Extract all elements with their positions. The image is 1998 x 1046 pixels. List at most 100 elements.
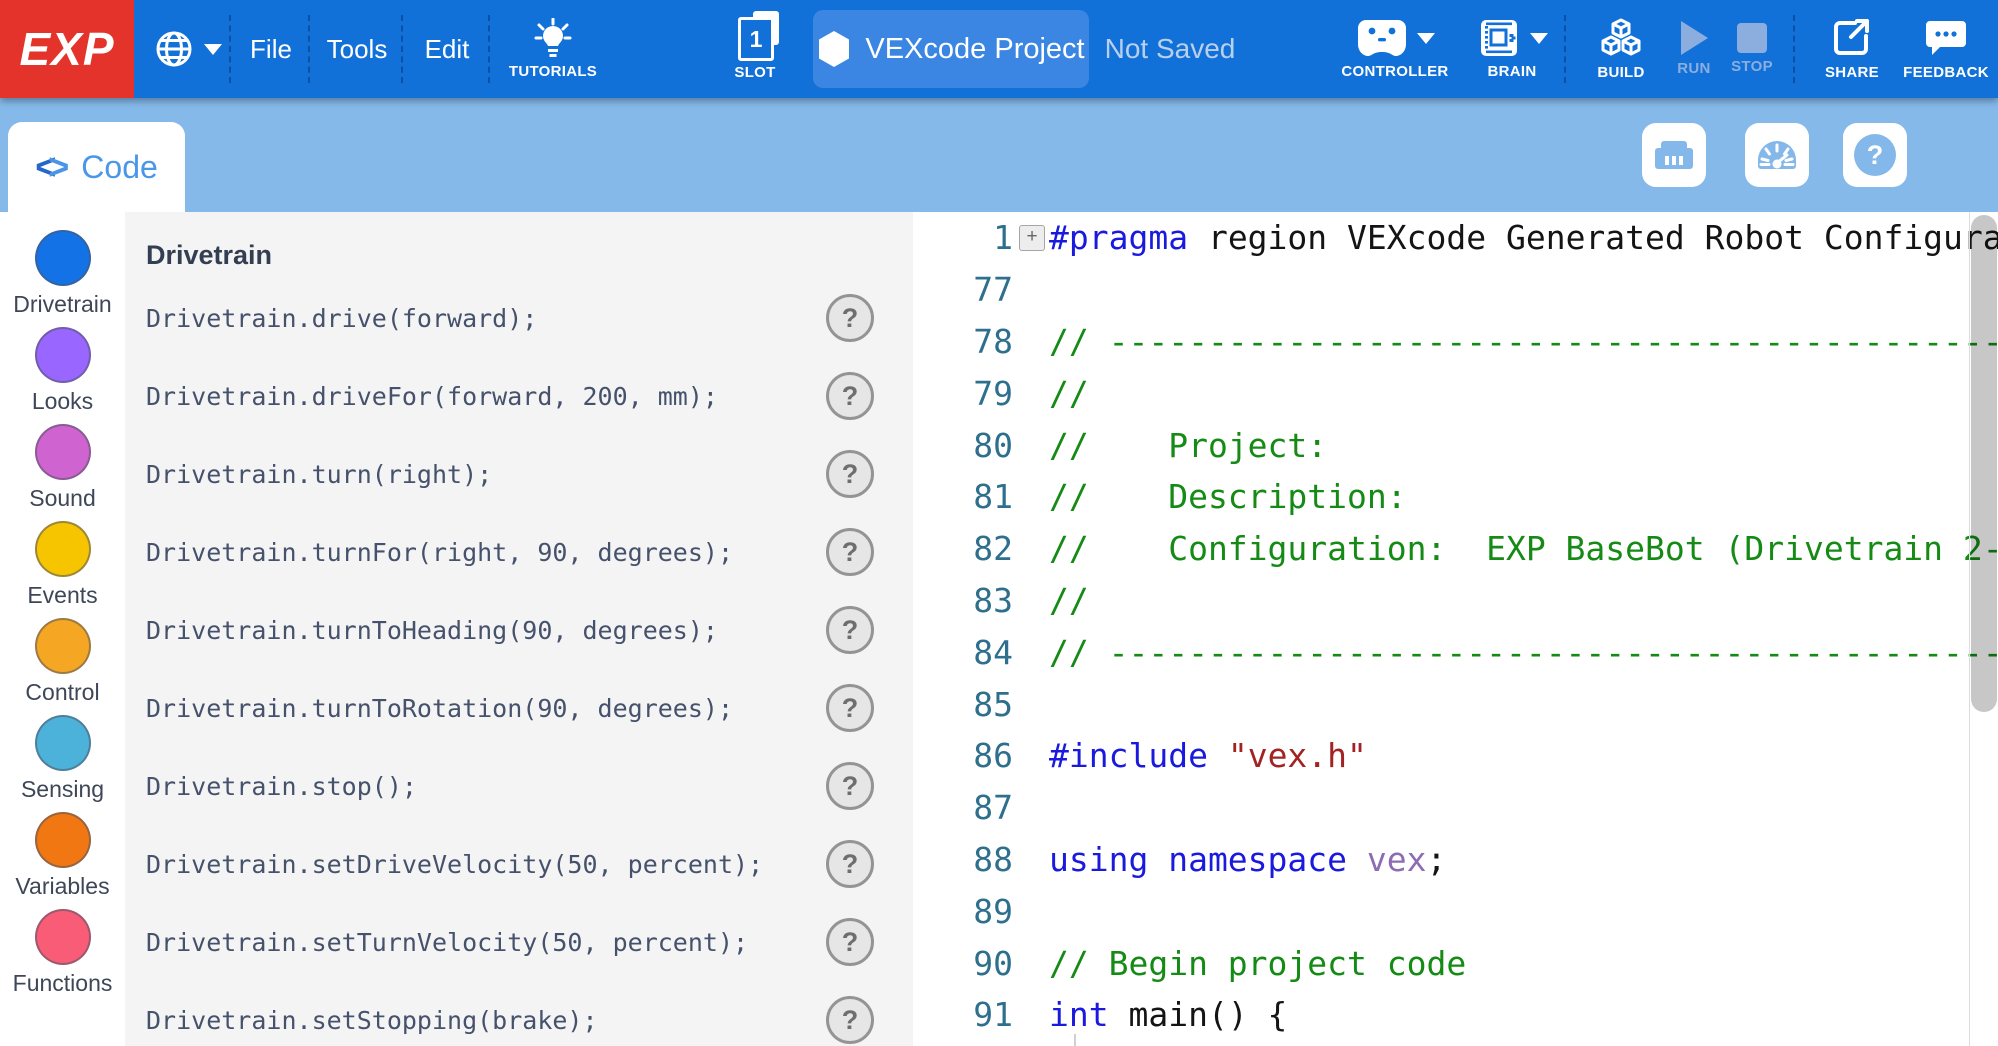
- controller-button[interactable]: CONTROLLER: [1332, 0, 1458, 98]
- category-dot[interactable]: [35, 327, 91, 383]
- category-sidebar: Drivetrain LooksSound Events Control Sensing…: [0, 212, 125, 1046]
- device-info-button[interactable]: [1642, 123, 1706, 187]
- sidebar-item-sensing[interactable]: Sensing: [0, 715, 125, 812]
- category-dot[interactable]: [35, 715, 91, 771]
- command-row[interactable]: Drivetrain.drive(forward);?: [125, 279, 913, 357]
- code-line: 79//: [913, 367, 1998, 419]
- command-help-button[interactable]: ?: [826, 840, 874, 888]
- sidebar-item-sound[interactable]: Sound: [0, 424, 125, 521]
- editor-vertical-scrollbar[interactable]: [1971, 215, 1997, 712]
- command-text[interactable]: Drivetrain.drive(forward);: [146, 304, 826, 333]
- stop-button[interactable]: STOP: [1720, 0, 1784, 98]
- slot-button[interactable]: 1 SLOT: [717, 0, 793, 98]
- category-label: Events: [27, 582, 97, 609]
- command-text[interactable]: Drivetrain.turnFor(right, 90, degrees);: [146, 538, 826, 567]
- category-dot[interactable]: [35, 424, 91, 480]
- command-help-button[interactable]: ?: [826, 372, 874, 420]
- code-editor[interactable]: 1+#pragma region VEXcode Generated Robot…: [913, 212, 1998, 1046]
- command-row[interactable]: Drivetrain.turnFor(right, 90, degrees);?: [125, 513, 913, 591]
- brain-button[interactable]: BRAIN: [1460, 0, 1564, 98]
- line-number: 82: [913, 529, 1013, 568]
- command-text[interactable]: Drivetrain.setStopping(brake);: [146, 1006, 826, 1035]
- category-dot[interactable]: [35, 521, 91, 577]
- command-row[interactable]: Drivetrain.setDriveVelocity(50, percent)…: [125, 825, 913, 903]
- language-select[interactable]: [145, 0, 229, 98]
- code-text: // -------------------------------------…: [1049, 322, 1998, 361]
- line-number: 85: [913, 685, 1013, 724]
- slot-number: 1: [750, 26, 763, 53]
- command-row[interactable]: Drivetrain.turn(right);?: [125, 435, 913, 513]
- code-line: 78 // -----------------------------------…: [913, 316, 1998, 368]
- dashboard-button[interactable]: [1745, 123, 1809, 187]
- category-dot[interactable]: [35, 909, 91, 965]
- brain-label: BRAIN: [1488, 63, 1537, 80]
- code-text: #pragma region VEXcode Generated Robot C…: [1049, 218, 1998, 257]
- toolbar-divider: [229, 15, 231, 83]
- category-dot[interactable]: [35, 230, 91, 286]
- code-text: // Configuration: EXP BaseBot (Drivetrai…: [1049, 529, 1998, 568]
- gauge-icon: [1755, 137, 1799, 173]
- sidebar-item-control[interactable]: Control: [0, 618, 125, 715]
- category-label: Control: [25, 679, 99, 706]
- command-help-button[interactable]: ?: [826, 684, 874, 732]
- fold-toggle-icon[interactable]: +: [1019, 225, 1045, 251]
- command-help-button[interactable]: ?: [826, 918, 874, 966]
- code-text: // Begin project code: [1049, 944, 1998, 983]
- menu-file[interactable]: File: [234, 0, 308, 98]
- indent-guide: [1074, 1034, 1076, 1046]
- command-text[interactable]: Drivetrain.setDriveVelocity(50, percent)…: [146, 850, 826, 879]
- command-row[interactable]: Drivetrain.driveFor(forward, 200, mm);?: [125, 357, 913, 435]
- tab-bar: <> Code: [0, 98, 1998, 212]
- line-number: 91: [913, 995, 1013, 1034]
- sidebar-item-looks[interactable]: Looks: [0, 327, 125, 424]
- command-row[interactable]: Drivetrain.turnToRotation(90, degrees);?: [125, 669, 913, 747]
- stop-icon: [1737, 23, 1767, 53]
- line-number: 78: [913, 322, 1013, 361]
- code-line: 86#include "vex.h": [913, 730, 1998, 782]
- command-text[interactable]: Drivetrain.turnToHeading(90, degrees);: [146, 616, 826, 645]
- build-cubes-icon: [1599, 17, 1643, 59]
- sidebar-item-events[interactable]: Events: [0, 521, 125, 618]
- code-text: // Description:: [1049, 477, 1998, 516]
- category-dot[interactable]: [35, 618, 91, 674]
- code-text: int main() {: [1049, 995, 1998, 1034]
- category-dot[interactable]: [35, 812, 91, 868]
- run-button[interactable]: RUN: [1662, 0, 1726, 98]
- command-help-button[interactable]: ?: [826, 762, 874, 810]
- help-button[interactable]: ?: [1843, 123, 1907, 187]
- exp-logo: EXP: [0, 0, 134, 98]
- sidebar-item-functions[interactable]: Functions: [0, 909, 125, 1006]
- command-text[interactable]: Drivetrain.driveFor(forward, 200, mm);: [146, 382, 826, 411]
- tutorials-button[interactable]: TUTORIALS: [494, 0, 612, 98]
- line-number: 87: [913, 788, 1013, 827]
- command-text[interactable]: Drivetrain.turn(right);: [146, 460, 826, 489]
- sidebar-item-variables[interactable]: Variables: [0, 812, 125, 909]
- command-row[interactable]: Drivetrain.setStopping(brake);?: [125, 981, 913, 1046]
- build-button[interactable]: BUILD: [1582, 0, 1660, 98]
- command-help-button[interactable]: ?: [826, 996, 874, 1044]
- feedback-button[interactable]: FEEDBACK: [1896, 0, 1996, 98]
- feedback-label: FEEDBACK: [1903, 64, 1989, 81]
- sidebar-item-drivetrain[interactable]: Drivetrain: [0, 230, 125, 327]
- code-line: 90// Begin project code: [913, 937, 1998, 989]
- share-label: SHARE: [1825, 64, 1879, 81]
- command-help-button[interactable]: ?: [826, 606, 874, 654]
- globe-icon: [153, 28, 195, 70]
- project-name-button[interactable]: VEXcode Project: [813, 10, 1089, 88]
- share-button[interactable]: SHARE: [1812, 0, 1892, 98]
- command-help-button[interactable]: ?: [826, 528, 874, 576]
- tab-code[interactable]: <> Code: [8, 122, 185, 212]
- command-text[interactable]: Drivetrain.setTurnVelocity(50, percent);: [146, 928, 826, 957]
- controller-label: CONTROLLER: [1341, 63, 1448, 80]
- category-label: Drivetrain: [13, 291, 111, 318]
- command-text[interactable]: Drivetrain.turnToRotation(90, degrees);: [146, 694, 826, 723]
- command-text[interactable]: Drivetrain.stop();: [146, 772, 826, 801]
- command-help-button[interactable]: ?: [826, 450, 874, 498]
- command-help-button[interactable]: ?: [826, 294, 874, 342]
- command-row[interactable]: Drivetrain.setTurnVelocity(50, percent);…: [125, 903, 913, 981]
- menu-tools[interactable]: Tools: [313, 0, 401, 98]
- menu-edit[interactable]: Edit: [406, 0, 488, 98]
- code-text: // -------------------------------------…: [1049, 633, 1998, 672]
- command-row[interactable]: Drivetrain.turnToHeading(90, degrees);?: [125, 591, 913, 669]
- command-row[interactable]: Drivetrain.stop();?: [125, 747, 913, 825]
